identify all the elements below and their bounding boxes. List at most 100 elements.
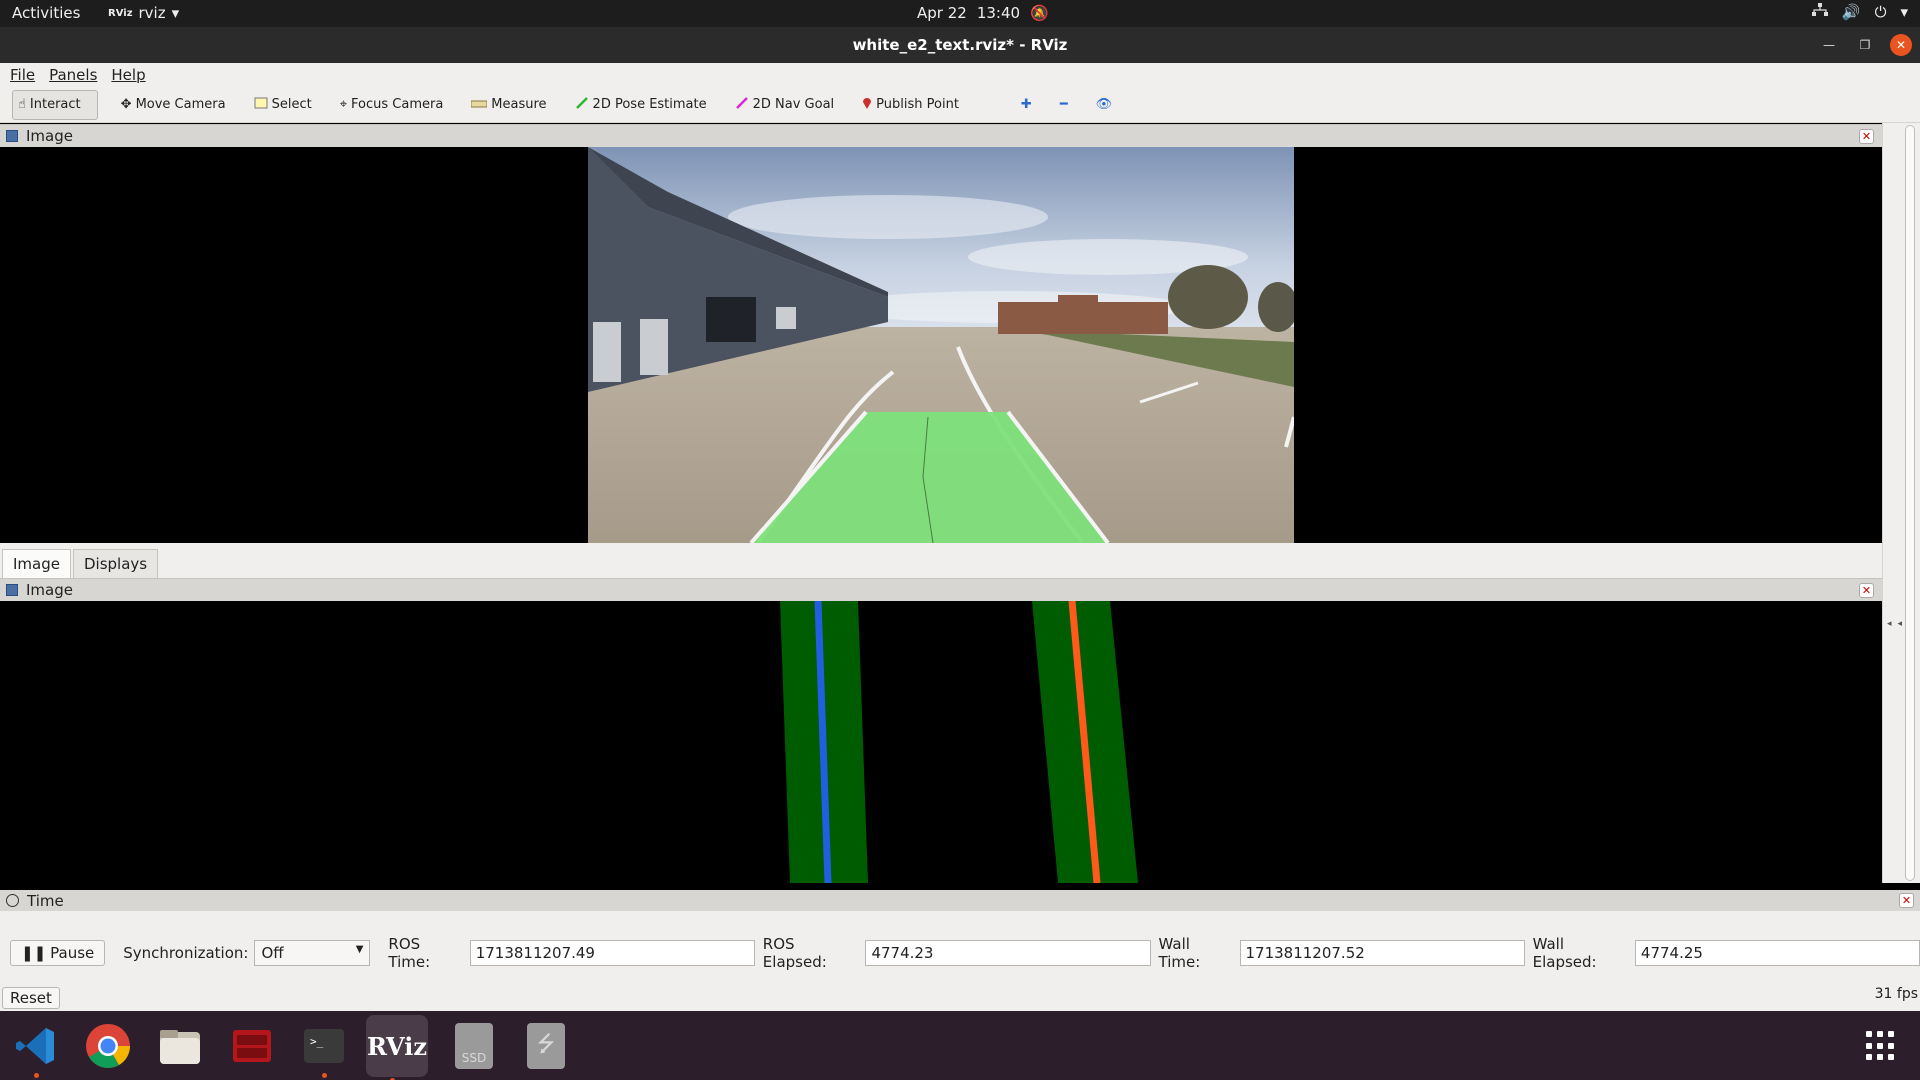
wall-time-label: Wall Time:	[1158, 935, 1201, 971]
ssd-label: SSD	[461, 1051, 487, 1065]
panel-close-button[interactable]: ✕	[1899, 893, 1914, 908]
vscode-icon	[16, 1028, 54, 1064]
panel-title: Image	[26, 581, 73, 599]
tool-label: 2D Pose Estimate	[592, 97, 707, 112]
sync-select[interactable]: Off ▼	[254, 940, 371, 966]
collapse-arrows-icon[interactable]: ◂◂	[1887, 619, 1908, 629]
tool-select[interactable]: Select	[249, 90, 317, 120]
time-panel: Time ✕ ❚❚ Pause Synchronization: Off ▼ R…	[0, 890, 1920, 1011]
tool-move-camera[interactable]: ✥ Move Camera	[116, 90, 231, 120]
network-icon	[1811, 3, 1828, 21]
tool-label: Focus Camera	[351, 97, 444, 112]
volume-icon: 🔊	[1841, 3, 1861, 21]
tool-interact[interactable]: ☝ Interact	[12, 89, 98, 120]
focus-target-icon: ⌖	[339, 97, 348, 112]
tool-publish-point[interactable]: Publish Point	[857, 90, 964, 120]
wall-elapsed-field[interactable]: 4774.25	[1634, 940, 1920, 966]
svg-text:>_: >_	[310, 1035, 324, 1048]
tab-image[interactable]: Image	[2, 549, 71, 578]
rviz-icon: RViz	[366, 1031, 428, 1061]
dock-red-app[interactable]	[226, 1020, 278, 1072]
notifications-muted-icon: 🔕	[1030, 4, 1049, 22]
tool-label: Measure	[491, 97, 547, 112]
camera-image	[588, 147, 1294, 543]
menu-file[interactable]: File	[10, 66, 35, 84]
tool-label: Interact	[29, 97, 81, 112]
chevron-down-icon: ▼	[355, 944, 364, 955]
wall-time-field[interactable]: 1713811207.52	[1239, 940, 1525, 966]
remove-tool-button[interactable]: ━	[1055, 90, 1073, 120]
rviz-small-icon: RViz	[108, 7, 133, 19]
right-dock-strip: ◂◂	[1882, 123, 1920, 883]
tool-label: 2D Nav Goal	[752, 97, 835, 112]
panel-title: Time	[27, 891, 64, 910]
tool-2d-pose-estimate[interactable]: 2D Pose Estimate	[570, 90, 712, 120]
dock-chrome[interactable]	[82, 1020, 134, 1072]
show-apps-grid-icon[interactable]	[1866, 1031, 1896, 1061]
app-menu-label: rviz	[138, 4, 166, 22]
pause-button[interactable]: ❚❚ Pause	[10, 940, 106, 966]
power-icon: ⏻	[1874, 3, 1887, 21]
ros-elapsed-label: ROS Elapsed:	[762, 935, 827, 971]
tool-2d-nav-goal[interactable]: 2D Nav Goal	[730, 90, 840, 120]
dock-files[interactable]	[154, 1020, 206, 1072]
clock-date: Apr 22	[917, 4, 967, 22]
terminal-icon: >_	[304, 1029, 344, 1063]
tool-label: Publish Point	[876, 97, 959, 112]
window-title: white_e2_text.rviz* - RViz	[852, 36, 1068, 54]
dock-terminal[interactable]: >_	[298, 1020, 350, 1078]
sync-label: Synchronization:	[123, 944, 249, 962]
menu-panels[interactable]: Panels	[49, 66, 97, 84]
image-panel-header-bottom: Image ✕	[0, 578, 1882, 601]
ros-time-label: ROS Time:	[388, 935, 431, 971]
sync-value: Off	[261, 944, 284, 962]
gnome-top-bar: Activities RViz rviz ▾ Apr 22 13:40 🔕 🔊 …	[0, 0, 1920, 27]
tab-displays[interactable]: Displays	[72, 549, 159, 578]
lane-mask-image-view	[0, 600, 1882, 884]
dock-tab-bar: Image Displays	[0, 543, 1882, 578]
add-tool-button[interactable]: ✚	[1016, 90, 1037, 120]
maximize-button[interactable]: ❐	[1854, 34, 1876, 56]
tool-label: Select	[271, 97, 312, 112]
plus-icon: ✚	[1020, 97, 1032, 112]
dock-ssd[interactable]: SSD	[448, 1020, 500, 1072]
ros-time-field[interactable]: 1713811207.49	[469, 940, 755, 966]
ros-elapsed-field[interactable]: 4774.23	[865, 940, 1151, 966]
chrome-icon	[86, 1024, 130, 1068]
vertical-scrollbar[interactable]	[1905, 125, 1915, 881]
clock[interactable]: Apr 22 13:40 🔕	[917, 4, 1049, 22]
system-tray[interactable]: 🔊 ⏻ ▾	[1811, 3, 1908, 21]
panel-close-button[interactable]: ✕	[1859, 583, 1874, 598]
ruler-icon	[470, 97, 488, 112]
tool-focus-camera[interactable]: ⌖ Focus Camera	[335, 90, 449, 120]
activities-button[interactable]: Activities	[12, 4, 80, 22]
hand-pointer-icon: ☝	[18, 97, 26, 112]
app-menu[interactable]: RViz rviz ▾	[108, 4, 179, 22]
chevron-down-icon: ▾	[171, 4, 180, 22]
panel-close-button[interactable]: ✕	[1859, 129, 1874, 144]
tool-properties-button[interactable]: 👁	[1091, 90, 1118, 120]
time-panel-header: Time ✕	[0, 890, 1920, 911]
green-arrow-icon	[575, 96, 589, 114]
menu-help[interactable]: Help	[111, 66, 145, 84]
map-pin-icon	[862, 96, 872, 114]
dock-usb[interactable]: ⭍	[520, 1020, 572, 1072]
tool-measure[interactable]: Measure	[466, 90, 551, 120]
wall-elapsed-label: Wall Elapsed:	[1532, 935, 1597, 971]
minus-icon: ━	[1059, 97, 1068, 112]
panel-icon	[6, 130, 18, 142]
red-app-icon	[233, 1030, 271, 1062]
eye-icon: 👁	[1095, 97, 1113, 112]
lane-mask-image	[780, 600, 1138, 884]
move-arrows-icon: ✥	[120, 97, 132, 112]
dock-rviz[interactable]: RViz	[366, 1015, 428, 1080]
tool-label: Move Camera	[135, 97, 226, 112]
reset-button[interactable]: Reset	[2, 987, 60, 1009]
close-button[interactable]: ✕	[1890, 34, 1912, 56]
menu-bar: File Panels Help	[0, 63, 1920, 87]
ssd-drive-icon: SSD	[455, 1023, 493, 1069]
window-title-bar: white_e2_text.rviz* - RViz — ❐ ✕	[0, 27, 1920, 63]
pause-icon: ❚❚	[21, 944, 47, 962]
dock-vscode[interactable]	[10, 1020, 62, 1078]
minimize-button[interactable]: —	[1818, 34, 1840, 56]
